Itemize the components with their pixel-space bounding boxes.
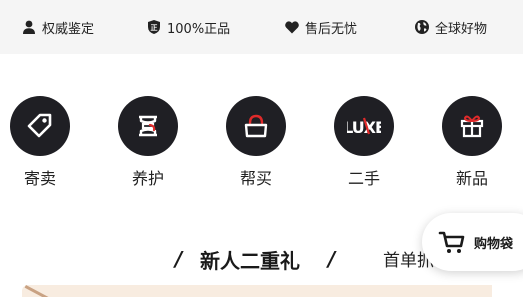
trust-item-global: 全球好物 [414, 0, 487, 54]
service-buy-for-me[interactable]: 帮买 [216, 96, 296, 189]
service-label: 养护 [131, 169, 164, 188]
trust-item-genuine: 正 100%正品 [146, 0, 230, 54]
svg-text:正: 正 [151, 24, 158, 32]
trust-item-after-sales: 售后无忧 [284, 0, 357, 54]
care-icon [139, 115, 157, 137]
service-new-arrival[interactable]: 新品 [432, 96, 512, 189]
banner-decoration [19, 285, 49, 297]
service-consign[interactable]: 寄卖 [0, 96, 80, 189]
trust-bar: 权威鉴定 正 100%正品 售后无忧 全球好物 [0, 0, 523, 54]
service-grid: 寄卖 养护 帮买 LUXE 二手 [0, 96, 523, 196]
luxe-logo-icon: LUXE [347, 117, 381, 137]
service-label: 新品 [455, 169, 488, 188]
trust-item-label: 全球好物 [435, 21, 488, 37]
promo-slash-right: / [328, 247, 336, 271]
cart-icon [438, 231, 465, 253]
promo-banner[interactable] [19, 285, 492, 297]
service-icon-circle [226, 96, 286, 156]
service-icon-circle: LUXE [334, 96, 394, 156]
promo-slash-left: / [175, 247, 183, 271]
trust-item-authentication: 权威鉴定 [21, 0, 94, 54]
trust-item-label: 100%正品 [167, 21, 231, 37]
service-icon-circle [118, 96, 178, 156]
globe-icon [415, 20, 429, 34]
gift-icon [460, 115, 484, 138]
bag-icon [244, 114, 268, 138]
shopping-bag-button[interactable]: 购物袋 [422, 213, 523, 271]
service-label: 二手 [347, 169, 380, 188]
user-icon [23, 20, 35, 34]
tag-icon [27, 113, 52, 138]
service-care[interactable]: 养护 [108, 96, 188, 189]
service-icon-circle [10, 96, 70, 156]
service-icon-circle [442, 96, 502, 156]
service-label: 帮买 [239, 169, 272, 188]
service-label: 寄卖 [23, 169, 56, 188]
heart-icon [285, 21, 299, 34]
promo-title: 新人二重礼 [200, 248, 300, 273]
genuine-badge-icon: 正 [148, 20, 160, 34]
service-second-hand[interactable]: LUXE 二手 [324, 96, 404, 189]
shopping-bag-label: 购物袋 [474, 236, 514, 252]
trust-item-label: 售后无忧 [305, 21, 358, 37]
trust-item-label: 权威鉴定 [42, 21, 95, 37]
